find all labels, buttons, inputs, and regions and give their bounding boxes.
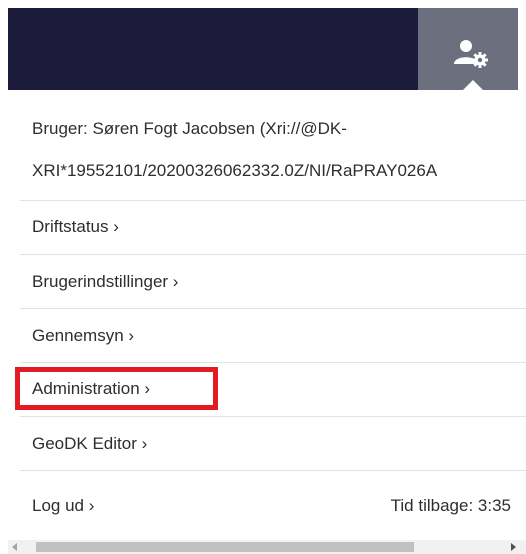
horizontal-scrollbar[interactable] [8,540,526,554]
user-info: Bruger: Søren Fogt Jacobsen (Xri://@DK- … [32,108,526,192]
divider [20,470,526,471]
menu-item-geodk-editor[interactable]: GeoDK Editor › [32,429,147,459]
menu-item-brugerindstillinger[interactable]: Brugerindstillinger › [32,267,178,297]
divider [20,416,526,417]
divider [20,254,526,255]
user-settings-button[interactable] [418,8,518,90]
menu-item-driftstatus[interactable]: Driftstatus › [32,212,119,242]
dropdown-caret [461,80,485,92]
scroll-right-icon[interactable] [511,543,516,551]
scroll-left-icon[interactable] [12,543,17,551]
menu-item-administration[interactable]: Administration › [32,374,150,404]
scrollbar-thumb[interactable] [36,542,414,552]
user-gear-icon [452,38,492,68]
top-bar [8,8,418,90]
menu-item-gennemsyn[interactable]: Gennemsyn › [32,321,134,351]
divider [20,308,526,309]
session-timer: Tid tilbage: 3:35 [390,496,511,515]
page: Bruger: Søren Fogt Jacobsen (Xri://@DK- … [0,0,526,554]
user-info-line-2: XRI*19552101/20200326062332.0Z/NI/RaPRAY… [32,161,438,180]
user-info-line-1: Bruger: Søren Fogt Jacobsen (Xri://@DK- [32,119,347,138]
divider [20,200,526,201]
divider [20,362,526,363]
menu-item-log-ud[interactable]: Log ud › [32,491,94,521]
